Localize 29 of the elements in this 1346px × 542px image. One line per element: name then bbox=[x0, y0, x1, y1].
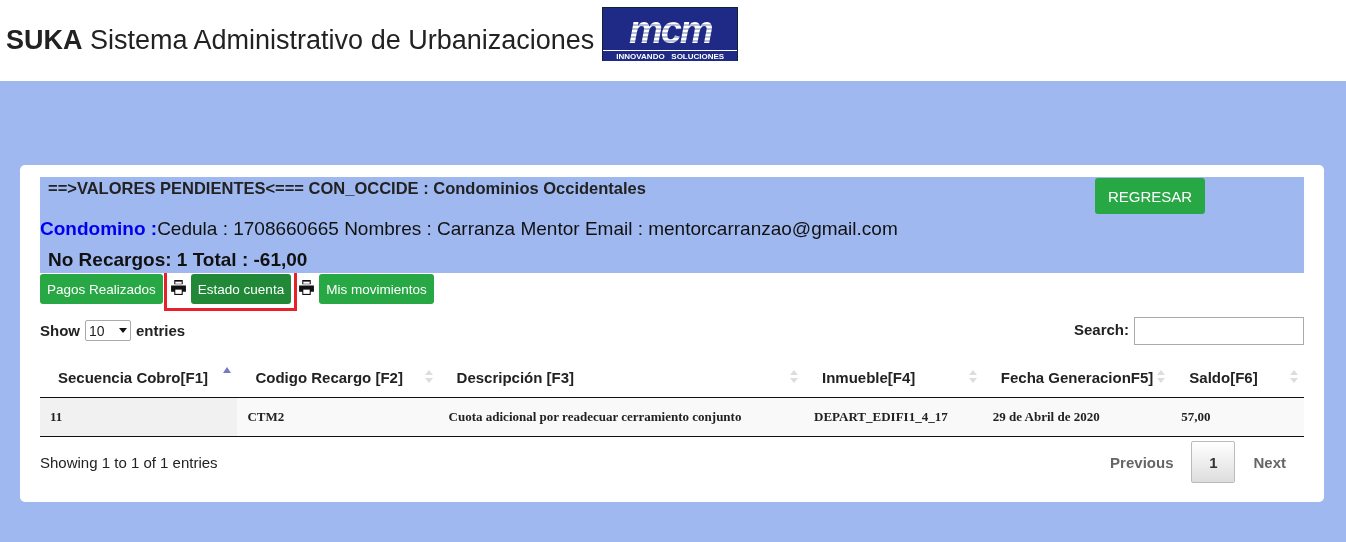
table-cell: DEPART_EDIFI1_4_17 bbox=[804, 397, 983, 437]
caret-icon bbox=[119, 328, 127, 333]
table-cell: 29 de Abril de 2020 bbox=[982, 397, 1172, 437]
table-cell: 11 bbox=[40, 397, 238, 437]
column-header[interactable]: Fecha GeneracionF5] bbox=[982, 357, 1172, 398]
column-header[interactable]: Saldo[F6] bbox=[1171, 357, 1304, 398]
page-button[interactable]: 1 bbox=[1191, 441, 1236, 483]
summary-total: No Recargos: 1 Total : -61,00 bbox=[47, 248, 309, 273]
page-length-select[interactable]: 10 bbox=[85, 320, 131, 341]
entries-info: Showing 1 to 1 of 1 entries bbox=[40, 453, 218, 471]
entries-label: entries bbox=[136, 322, 186, 339]
owner-label: Condomino : bbox=[40, 217, 158, 239]
column-header[interactable]: Codigo Recargo [F2] bbox=[237, 357, 439, 398]
page-title: SUKA Sistema Administrativo de Urbanizaciones bbox=[6, 25, 595, 56]
show-label: Show bbox=[40, 322, 80, 339]
previous-link[interactable]: Previous bbox=[1092, 453, 1192, 471]
table-cell: CTM2 bbox=[237, 397, 439, 437]
info-heading: ==>VALORES PENDIENTES<=== CON_OCCIDE : Condominios Occidentales bbox=[48, 179, 646, 199]
column-header[interactable]: Inmueble[F4] bbox=[804, 357, 983, 398]
owner-details: Cedula : 1708660665 Nombres : Carranza Mentor Email : mentorcarranzao@gmail.com bbox=[157, 217, 898, 239]
column-header[interactable]: Secuencia Cobro[F1] bbox=[40, 357, 238, 398]
next-link[interactable]: Next bbox=[1235, 453, 1304, 471]
search-field[interactable] bbox=[1134, 317, 1304, 345]
table-cell: Cuota adicional por readecuar cerramiento conjunto bbox=[438, 397, 804, 437]
action-button[interactable]: Estado cuenta bbox=[190, 274, 292, 304]
column-header[interactable]: Descripción [F3] bbox=[438, 357, 804, 398]
logo-tagline: INNOVANDO SOLUCIONES bbox=[603, 49, 738, 61]
table-cell: 57,00 bbox=[1171, 397, 1304, 437]
search-label: Search: bbox=[1073, 320, 1129, 338]
